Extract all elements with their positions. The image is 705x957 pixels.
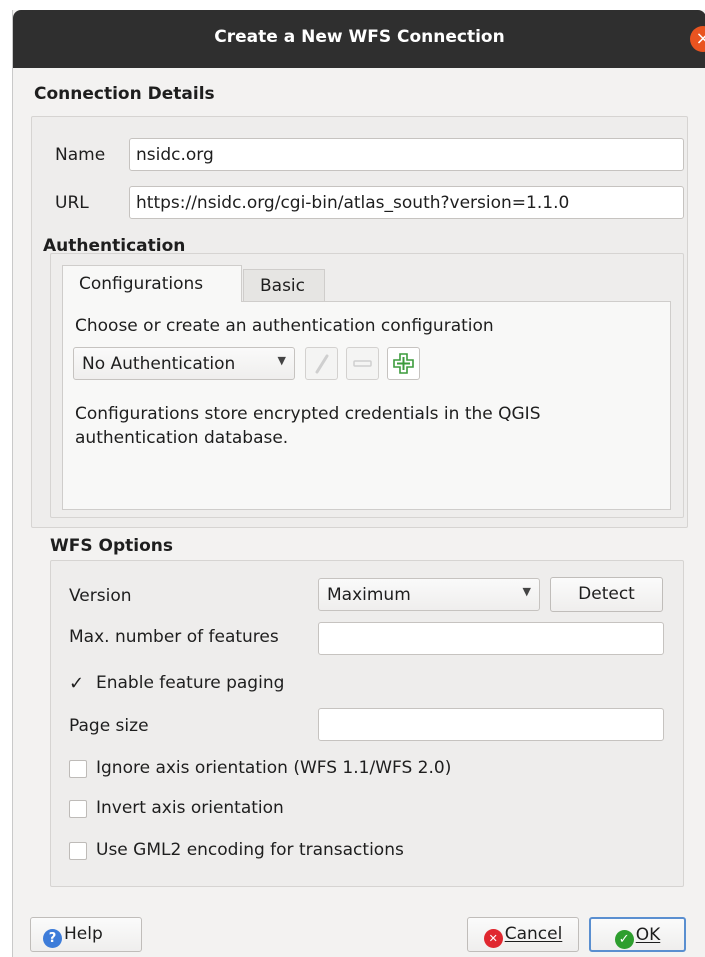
help-button-label: Help — [64, 924, 103, 944]
remove-config-button[interactable] — [346, 347, 379, 380]
add-icon — [393, 353, 414, 374]
cancel-button-label: Cancel — [504, 924, 563, 944]
remove-icon — [353, 360, 372, 367]
title-bar[interactable]: Create a New WFS Connection × — [13, 10, 705, 68]
edit-config-button[interactable] — [305, 347, 338, 380]
invert-axis-label: Invert axis orientation — [96, 798, 284, 818]
enable-paging-checkbox[interactable]: ✓ — [69, 675, 87, 693]
connection-details-title: Connection Details — [34, 84, 215, 104]
help-icon: ? — [43, 929, 62, 948]
page-size-input[interactable] — [318, 708, 664, 741]
ok-icon: ✓ — [614, 930, 634, 949]
cancel-icon: ✕ — [483, 929, 503, 948]
name-input[interactable]: nsidc.org — [129, 138, 684, 171]
ignore-axis-checkbox[interactable] — [69, 760, 87, 778]
chevron-down-icon: ▼ — [277, 354, 286, 367]
edit-icon — [315, 354, 329, 374]
name-label: Name — [55, 145, 106, 165]
gml2-checkbox[interactable] — [69, 842, 87, 860]
url-label: URL — [55, 193, 89, 213]
detect-button[interactable]: Detect — [550, 577, 663, 612]
tab-configurations[interactable]: Configurations — [62, 265, 242, 302]
enable-paging-label: Enable feature paging — [96, 673, 285, 693]
ignore-axis-label: Ignore axis orientation (WFS 1.1/WFS 2.0… — [96, 758, 452, 778]
auth-config-select[interactable]: No Authentication ▼ — [73, 347, 295, 380]
dialog-window: Create a New WFS Connection × Connection… — [12, 10, 705, 957]
window-title: Create a New WFS Connection — [214, 27, 505, 47]
auth-info-text: Configurations store encrypted credentia… — [75, 404, 541, 448]
choose-config-label: Choose or create an authentication confi… — [75, 316, 494, 336]
add-config-button[interactable] — [387, 347, 420, 380]
chevron-down-icon: ▼ — [522, 585, 531, 598]
close-icon[interactable]: × — [690, 26, 705, 52]
url-input[interactable]: https://nsidc.org/cgi-bin/atlas_south?ve… — [129, 186, 684, 219]
max-features-input[interactable] — [318, 622, 664, 655]
ok-button[interactable]: ✓ OK — [589, 917, 686, 952]
auth-config-select-value: No Authentication — [82, 354, 236, 374]
tab-basic[interactable]: Basic — [243, 269, 325, 302]
ok-button-label: OK — [635, 925, 661, 945]
help-button[interactable]: ? Help — [30, 917, 142, 952]
page-size-label: Page size — [69, 716, 149, 736]
version-label: Version — [69, 586, 132, 606]
version-select-value: Maximum — [327, 585, 411, 605]
wfs-options-title: WFS Options — [50, 536, 174, 556]
gml2-label: Use GML2 encoding for transactions — [96, 840, 404, 860]
cancel-button[interactable]: ✕ Cancel — [467, 917, 579, 952]
invert-axis-checkbox[interactable] — [69, 800, 87, 818]
version-select[interactable]: Maximum ▼ — [318, 578, 540, 611]
max-features-label: Max. number of features — [69, 627, 279, 647]
